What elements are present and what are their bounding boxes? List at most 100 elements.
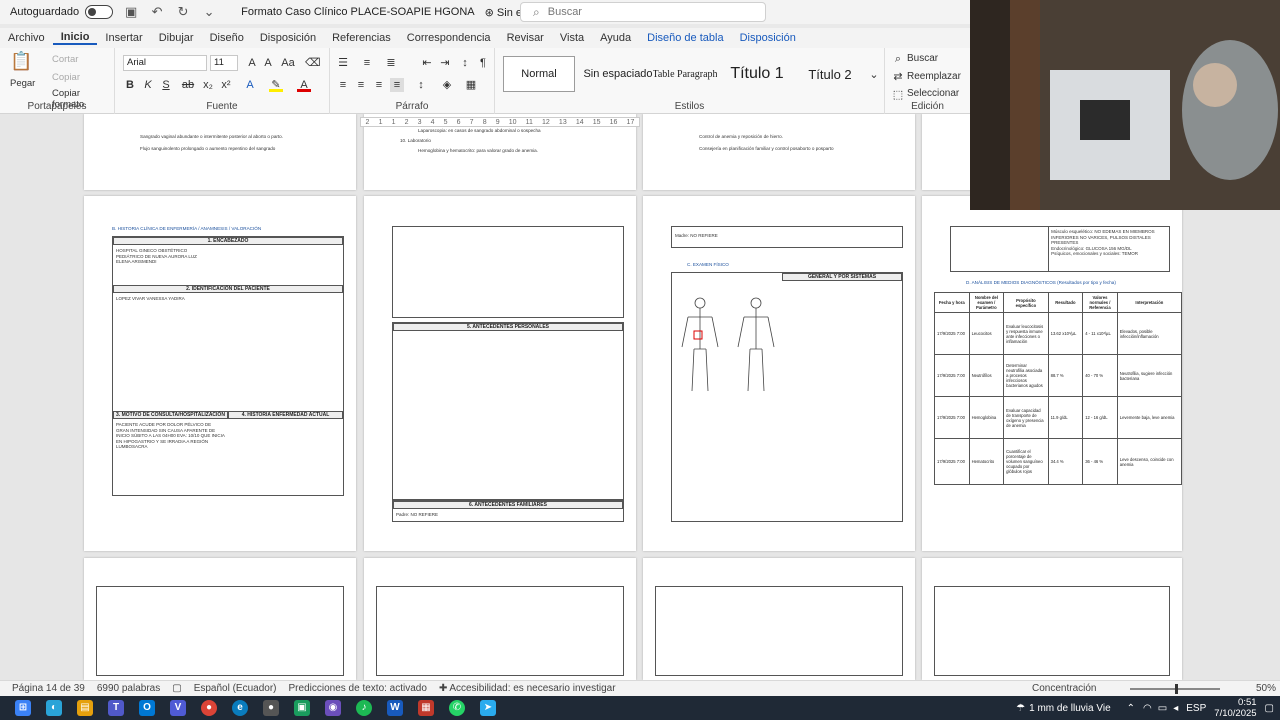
volume-icon[interactable]: ◂ xyxy=(1173,703,1178,714)
style-normal[interactable]: Normal xyxy=(503,56,575,92)
style-no-spacing[interactable]: Sin espaciado xyxy=(579,56,657,92)
app-icon[interactable]: ● xyxy=(263,700,279,716)
line-spacing-icon[interactable]: ↕ xyxy=(414,78,428,92)
autosave[interactable]: Autoguardado xyxy=(10,5,114,19)
clock[interactable]: 0:51 7/10/2025 xyxy=(1214,697,1256,719)
cut-button[interactable]: Cortar xyxy=(52,54,78,65)
decrease-indent-icon[interactable]: ⇤ xyxy=(420,56,434,70)
document-title[interactable]: Formato Caso Clínico PLACE-SOAPIE HGONA xyxy=(241,6,475,18)
style-table-paragraph[interactable]: Table Paragraph xyxy=(653,56,717,92)
focus-mode[interactable]: Concentración xyxy=(1032,683,1096,694)
zoom-thumb[interactable] xyxy=(1175,684,1178,694)
app-icon[interactable]: ▦ xyxy=(418,700,434,716)
search-box[interactable]: ⌕ Buscar xyxy=(520,2,766,22)
vpn-icon[interactable]: V xyxy=(170,700,186,716)
superscript-icon[interactable]: x² xyxy=(219,78,233,92)
windows-start-icon[interactable]: ⊞ xyxy=(15,700,31,716)
multilevel-list-icon[interactable]: ≣ xyxy=(384,56,398,70)
text-effects-icon[interactable]: A xyxy=(243,78,257,92)
teams-icon[interactable]: T xyxy=(108,700,124,716)
tab-disposicion-tabla[interactable]: Disposición xyxy=(732,32,804,44)
weather-text[interactable]: 1 mm de lluvia Vie xyxy=(1029,703,1111,714)
accessibility-status[interactable]: Accesibilidad: es necesario investigar xyxy=(449,683,615,694)
autosave-toggle[interactable] xyxy=(85,5,114,19)
notifications-icon[interactable]: ▢ xyxy=(1265,703,1274,714)
undo-icon[interactable]: ↶ xyxy=(149,4,165,20)
page-15[interactable]: 5. ANTECEDENTES PERSONALES 6. ANTECEDENT… xyxy=(364,196,636,551)
borders-icon[interactable]: ▦ xyxy=(464,78,478,92)
weather-icon[interactable]: ☂ xyxy=(1016,703,1025,714)
select-button[interactable]: Seleccionar xyxy=(907,88,959,99)
paste-button[interactable]: Pegar xyxy=(10,78,35,89)
numbering-icon[interactable]: ≡ xyxy=(360,56,374,70)
page-count[interactable]: Página 14 de 39 xyxy=(12,683,85,694)
zoom-level[interactable]: 50% xyxy=(1256,683,1276,694)
align-center-icon[interactable]: ≡ xyxy=(354,78,368,92)
highlight-icon[interactable]: ✎ xyxy=(269,78,283,92)
replace-icon[interactable]: ⇄ xyxy=(891,70,905,84)
style-heading-2[interactable]: Título 2 xyxy=(799,56,861,92)
horizontal-ruler[interactable]: 2 1 1 2 3 4 5 6 7 8 9 10 11 12 13 14 15 … xyxy=(360,117,640,127)
redo-icon[interactable]: ↻ xyxy=(175,4,191,20)
tab-diseno-tabla[interactable]: Diseño de tabla xyxy=(639,32,731,44)
clear-format-icon[interactable]: ⌫ xyxy=(305,56,321,70)
word-icon[interactable]: W xyxy=(387,700,403,716)
copy-button[interactable]: Copiar xyxy=(52,72,80,83)
file-explorer-icon[interactable]: ▤ xyxy=(77,700,93,716)
spotify-icon[interactable]: ♪ xyxy=(356,700,372,716)
outlook-icon[interactable]: O xyxy=(139,700,155,716)
subscript-icon[interactable]: x₂ xyxy=(201,78,215,92)
justify-icon[interactable]: ≡ xyxy=(390,78,404,92)
show-marks-icon[interactable]: ¶ xyxy=(476,56,490,70)
tab-diseno[interactable]: Diseño xyxy=(202,32,252,44)
more-icon[interactable]: ⌄ xyxy=(201,4,217,20)
tab-inicio[interactable]: Inicio xyxy=(52,31,98,45)
style-heading-1[interactable]: Título 1 xyxy=(723,56,791,92)
app-icon[interactable]: ▣ xyxy=(294,700,310,716)
tab-archivo[interactable]: Archivo xyxy=(0,32,53,44)
discord-icon[interactable]: ◉ xyxy=(325,700,341,716)
find-icon[interactable]: ⌕ xyxy=(891,52,905,66)
paste-icon[interactable]: 📋 xyxy=(10,52,32,78)
font-color-icon[interactable]: A xyxy=(297,78,311,92)
edge-icon[interactable]: e xyxy=(232,700,248,716)
language[interactable]: Español (Ecuador) xyxy=(194,683,277,694)
tab-vista[interactable]: Vista xyxy=(552,32,592,44)
bullets-icon[interactable]: ☰ xyxy=(336,56,350,70)
tab-revisar[interactable]: Revisar xyxy=(499,32,552,44)
page-thumbnail[interactable] xyxy=(84,558,356,680)
tab-ayuda[interactable]: Ayuda xyxy=(592,32,639,44)
telegram-icon[interactable]: ➤ xyxy=(480,700,496,716)
tab-insertar[interactable]: Insertar xyxy=(97,32,150,44)
tab-disposicion[interactable]: Disposición xyxy=(252,32,324,44)
accessibility-icon[interactable]: ✚ xyxy=(439,683,447,694)
widgets-icon[interactable]: ◐ xyxy=(46,700,62,716)
replace-button[interactable]: Reemplazar xyxy=(907,71,961,82)
tab-correspondencia[interactable]: Correspondencia xyxy=(399,32,499,44)
battery-icon[interactable]: ▭ xyxy=(1158,703,1167,714)
shading-icon[interactable]: ◈ xyxy=(440,78,454,92)
page-17[interactable]: Músculo esquelético: NO EDEMAS EN MIEMBR… xyxy=(922,196,1182,551)
underline-icon[interactable]: S xyxy=(159,78,173,92)
strikethrough-icon[interactable]: ab xyxy=(181,78,195,92)
change-case-icon[interactable]: Aa xyxy=(281,56,295,70)
italic-icon[interactable]: K xyxy=(141,78,155,92)
wifi-icon[interactable]: ◠ xyxy=(1143,703,1152,714)
page-thumbnail[interactable] xyxy=(364,558,636,680)
font-name-select[interactable]: Arial xyxy=(123,55,207,71)
font-size-select[interactable]: 11 xyxy=(210,55,238,71)
chrome-icon[interactable]: ● xyxy=(201,700,217,716)
find-button[interactable]: Buscar xyxy=(907,53,938,64)
shrink-font-icon[interactable]: A xyxy=(261,56,275,70)
input-language[interactable]: ESP xyxy=(1186,703,1206,714)
spelling-icon[interactable]: ▢ xyxy=(172,683,181,694)
zoom-slider[interactable] xyxy=(1130,684,1220,694)
grow-font-icon[interactable]: A xyxy=(245,56,259,70)
page-thumbnail[interactable] xyxy=(643,558,915,680)
whatsapp-icon[interactable]: ✆ xyxy=(449,700,465,716)
align-left-icon[interactable]: ≡ xyxy=(336,78,350,92)
sort-icon[interactable]: ↕ xyxy=(458,56,472,70)
select-icon[interactable]: ⬚ xyxy=(891,88,905,102)
styles-more-icon[interactable]: ⌄ xyxy=(867,68,881,82)
increase-indent-icon[interactable]: ⇥ xyxy=(438,56,452,70)
